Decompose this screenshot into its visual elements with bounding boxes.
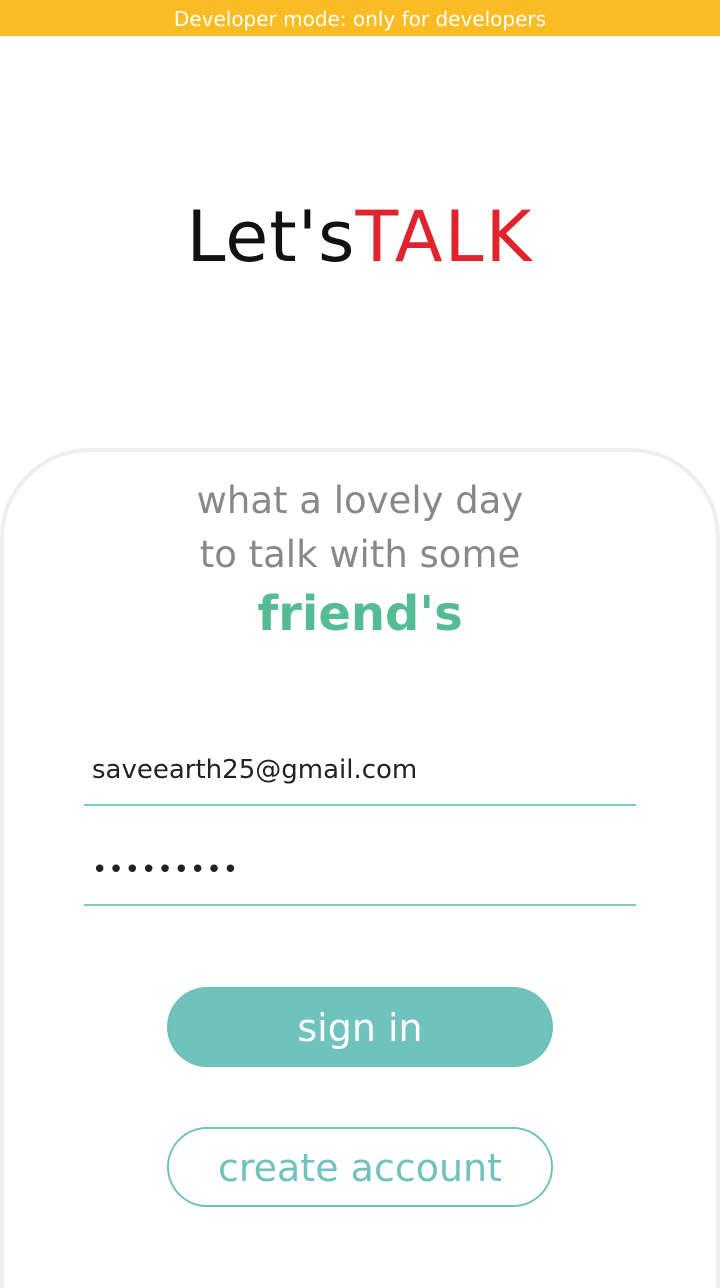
email-field-container: [84, 736, 636, 806]
app-logo: Let'sTALK: [0, 192, 720, 282]
email-field[interactable]: [84, 736, 636, 804]
greeting-line-2: to talk with some: [199, 533, 521, 576]
password-field[interactable]: [84, 836, 636, 904]
logo-lets-text: Let's: [186, 196, 356, 278]
developer-mode-banner: Developer mode: only for developers: [0, 0, 720, 36]
greeting-line-1: what a lovely day: [196, 479, 524, 522]
create-account-button[interactable]: create account: [167, 1127, 553, 1207]
logo-talk-text: TALK: [355, 196, 534, 278]
password-field-container: [84, 836, 636, 906]
greeting-highlight: friend's: [257, 586, 463, 642]
sign-in-button[interactable]: sign in: [167, 987, 553, 1067]
